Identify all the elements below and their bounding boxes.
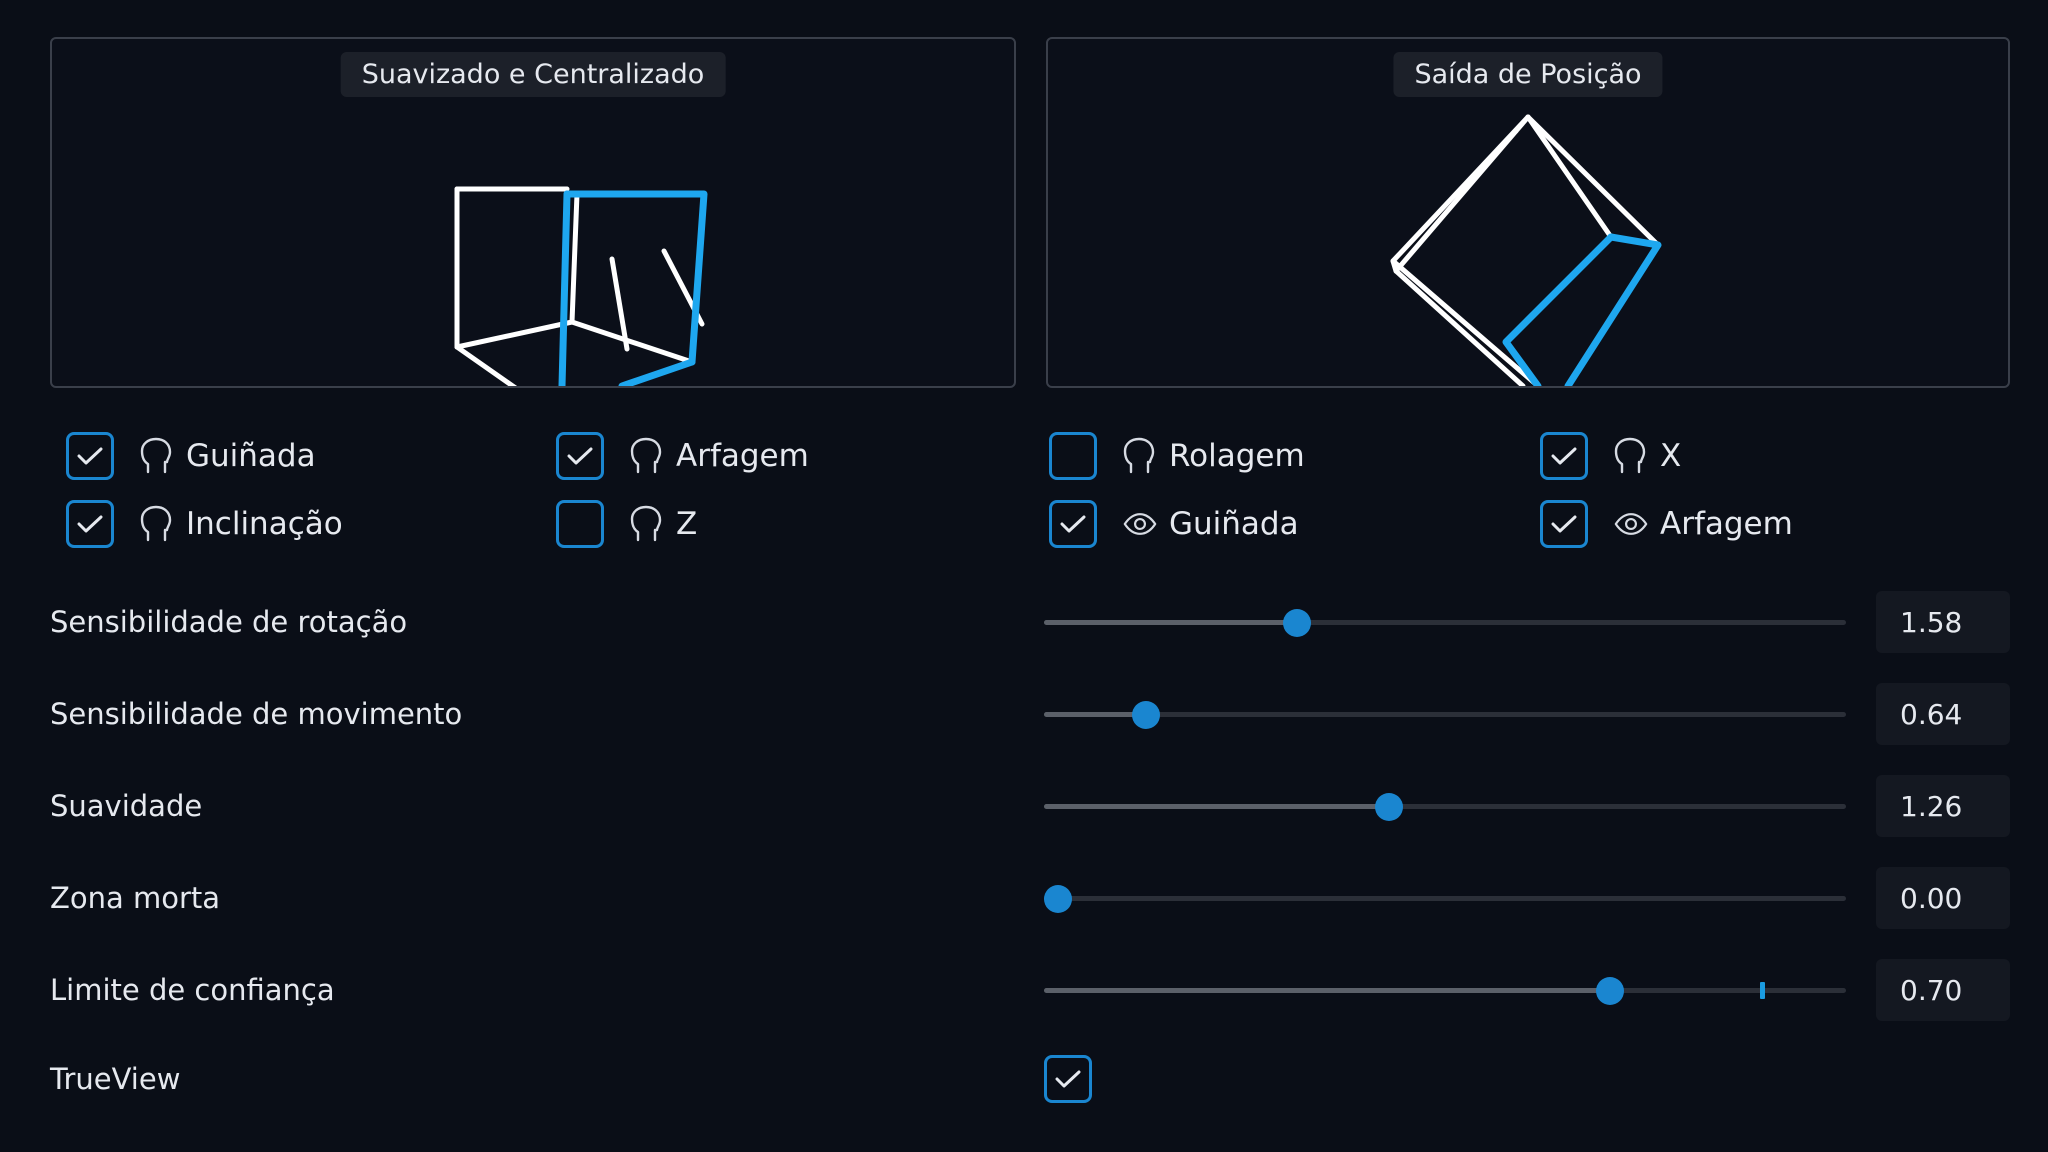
slider-row-dead-zone: Zona morta 0.00 [0,866,2048,930]
head-icon [630,504,664,544]
head-icon [1123,436,1157,476]
slider-label: Limite de confiança [50,973,335,1007]
toggle-label: Guiñada [1169,506,1299,542]
slider-fill [1044,988,1611,993]
smoothness-slider[interactable] [1044,792,1846,821]
slider-row-smoothness: Suavidade 1.26 [0,774,2048,838]
toggle-head-tilt[interactable]: Inclinação [66,498,343,550]
slider-label: Sensibilidade de movimento [50,697,463,731]
eye-icon [1123,504,1157,544]
confidence-indicator-marker [1759,982,1765,999]
toggle-head-x[interactable]: X [1540,430,1681,482]
slider-fill [1044,620,1297,625]
dead-zone-value[interactable]: 0.00 [1876,867,2010,929]
slider-thumb[interactable] [1044,885,1073,913]
toggle-label: Guiñada [186,438,316,474]
toggle-label: Arfagem [676,438,809,474]
head-roll-checkbox[interactable] [1049,432,1097,480]
toggle-head-pitch[interactable]: Arfagem [556,430,809,482]
toggle-head-z[interactable]: Z [556,498,697,550]
confidence-limit-slider[interactable] [1044,976,1846,1005]
slider-fill [1044,712,1146,717]
toggle-label: Rolagem [1169,438,1305,474]
movement-sensitivity-value[interactable]: 0.64 [1876,683,2010,745]
slider-track [1044,712,1846,717]
smoothness-value[interactable]: 1.26 [1876,775,2010,837]
toggle-head-yaw[interactable]: Guiñada [66,430,316,482]
movement-sensitivity-slider[interactable] [1044,700,1846,729]
head-yaw-checkbox[interactable] [66,432,114,480]
head-icon [140,504,174,544]
slider-row-confidence-limit: Limite de confiança 0.70 [0,958,2048,1022]
toggle-eye-yaw[interactable]: Guiñada [1049,498,1299,550]
toggle-eye-pitch[interactable]: Arfagem [1540,498,1793,550]
trueview-checkbox[interactable] [1044,1055,1092,1103]
toggle-label: Arfagem [1660,506,1793,542]
head-tracking-settings: Suavizado e Centralizado Saída de Posiçã… [0,0,2048,1152]
toggle-label: Inclinação [186,506,343,542]
position-output-panel: Saída de Posição [1046,37,2010,388]
confidence-limit-value[interactable]: 0.70 [1876,959,2010,1021]
slider-row-movement-sensitivity: Sensibilidade de movimento 0.64 [0,682,2048,746]
head-pitch-checkbox[interactable] [556,432,604,480]
eye-pitch-checkbox[interactable] [1540,500,1588,548]
slider-fill [1044,804,1389,809]
slider-thumb[interactable] [1282,609,1311,637]
slider-row-rotation-sensitivity: Sensibilidade de rotação 1.58 [0,590,2048,654]
smoothed-panel-title: Suavizado e Centralizado [340,52,726,97]
slider-thumb[interactable] [1596,977,1625,1005]
smoothed-preview-panel: Suavizado e Centralizado [50,37,1016,388]
rotation-sensitivity-value[interactable]: 1.58 [1876,591,2010,653]
dead-zone-slider[interactable] [1044,884,1846,913]
eye-icon [1614,504,1648,544]
slider-label: Suavidade [50,789,203,823]
slider-thumb[interactable] [1374,793,1403,821]
trueview-row: TrueView [0,1047,2048,1111]
trueview-label: TrueView [50,1062,181,1096]
toggle-label: X [1660,438,1682,474]
head-tilt-checkbox[interactable] [66,500,114,548]
head-x-checkbox[interactable] [1540,432,1588,480]
rotation-sensitivity-slider[interactable] [1044,608,1846,637]
slider-thumb[interactable] [1131,701,1160,729]
slider-label: Zona morta [50,881,221,915]
position-output-panel-title: Saída de Posição [1393,52,1663,97]
head-icon [140,436,174,476]
head-icon [1614,436,1648,476]
slider-label: Sensibilidade de rotação [50,605,408,639]
head-z-checkbox[interactable] [556,500,604,548]
head-icon [630,436,664,476]
axis-toggles: Guiñada Arfagem Rolagem X Inclinação Z G… [0,424,2048,554]
eye-yaw-checkbox[interactable] [1049,500,1097,548]
toggle-label: Z [676,506,698,542]
slider-track [1044,896,1846,901]
toggle-head-roll[interactable]: Rolagem [1049,430,1305,482]
